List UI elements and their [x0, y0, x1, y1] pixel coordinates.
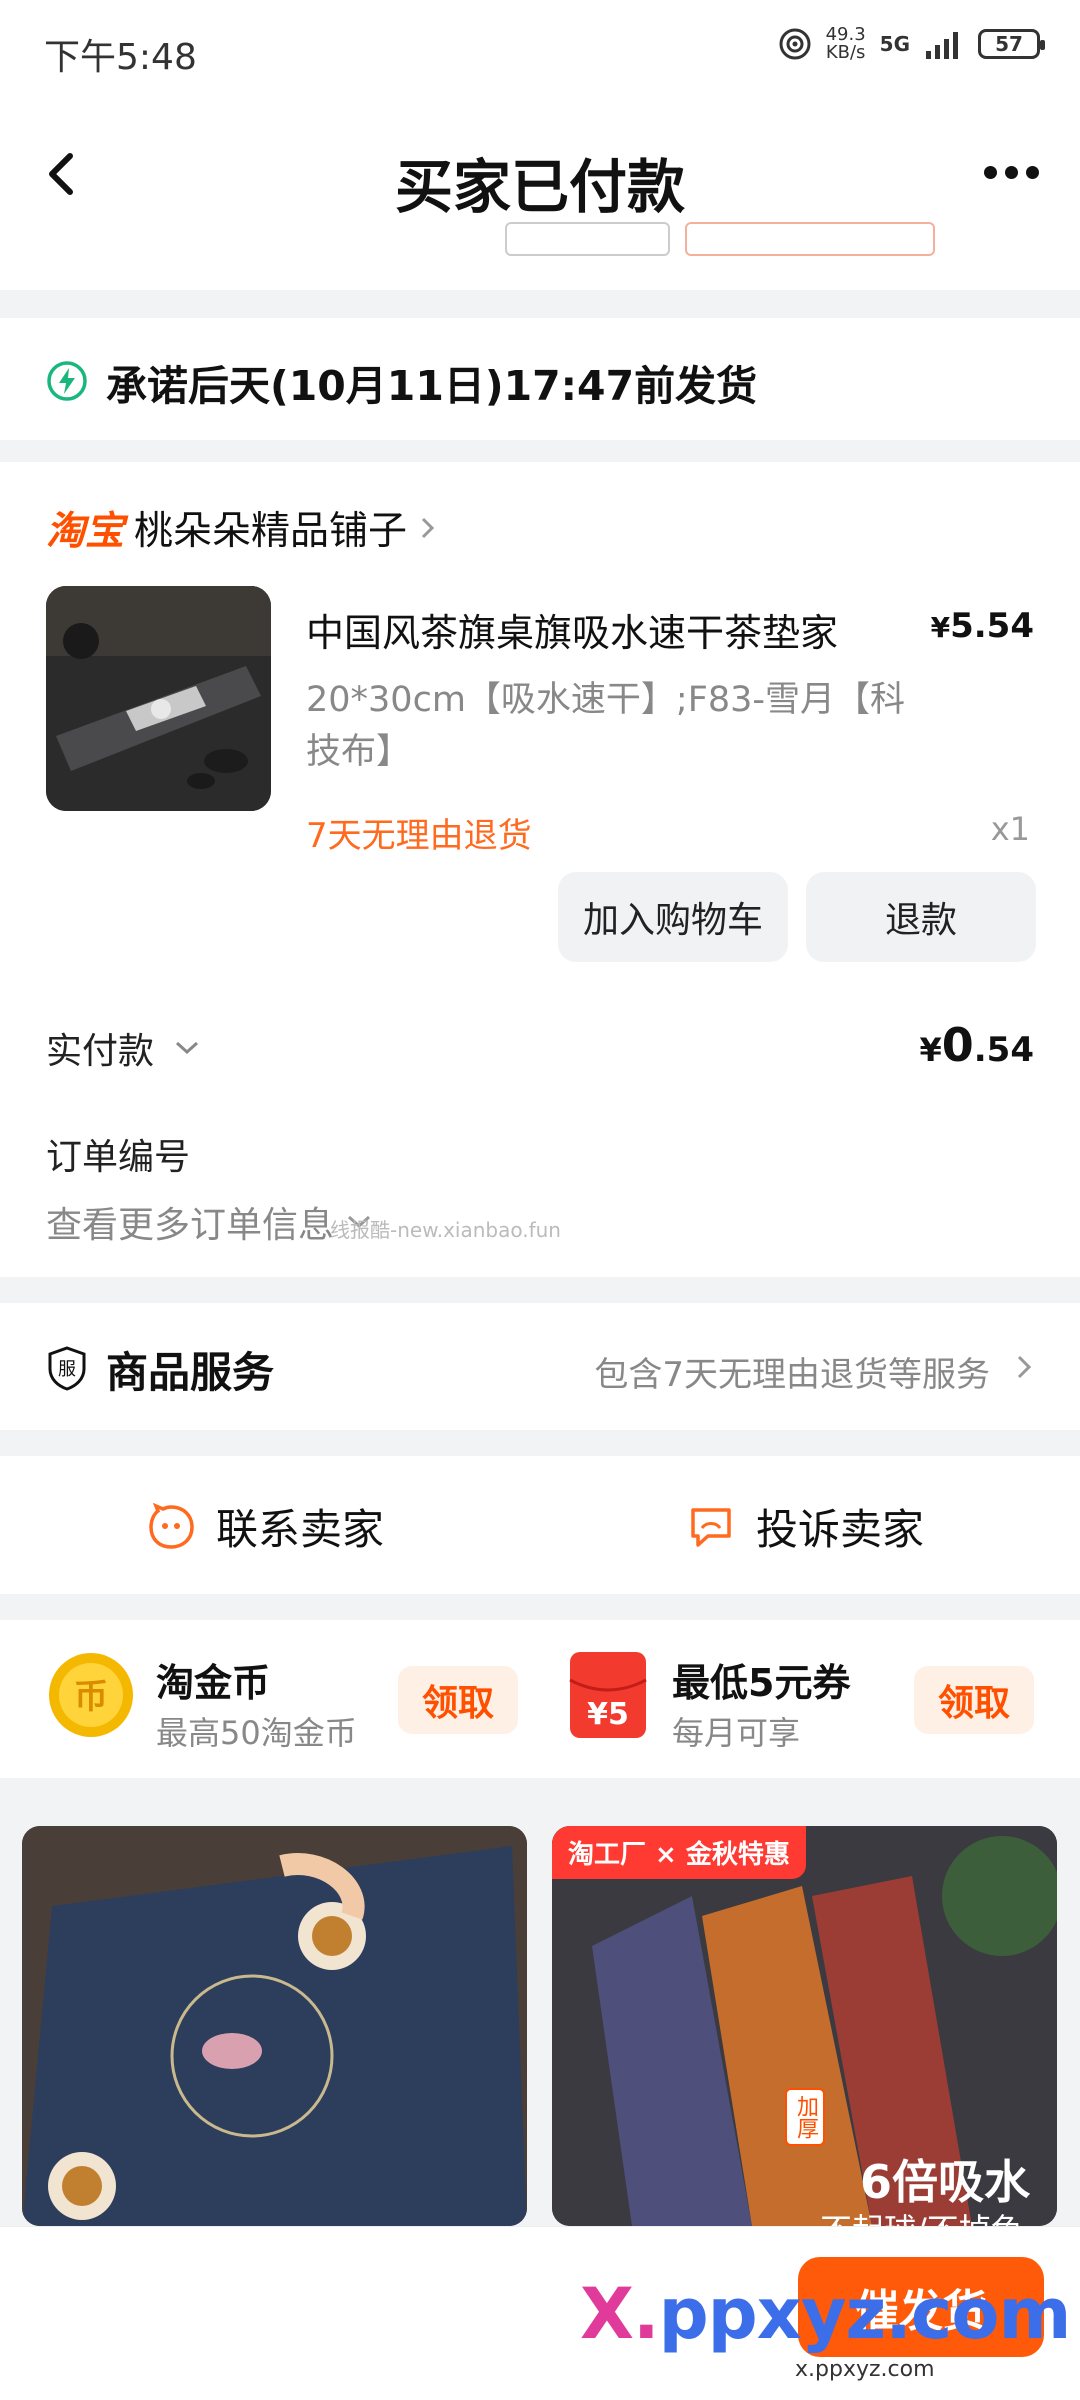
service-description: 包含7天无理由退货等服务 [594, 1355, 990, 1395]
product-spec: 20*30cm【吸水速干】;F83-雪月【科技布】 [306, 680, 905, 772]
status-time: 下午5:48 [44, 37, 197, 78]
paid-amount-label: 实付款 [46, 1031, 155, 1072]
product-image [22, 1826, 527, 2226]
more-order-info-label: 查看更多订单信息 [46, 1205, 335, 1246]
coupon-badge-text: ¥5 [587, 1697, 629, 1732]
coupon-title: 最低5元券 [672, 1661, 851, 1705]
shield-icon: 服 [48, 1346, 86, 1391]
ghost-tag [685, 222, 935, 256]
gold-coin-icon: 币 [49, 1653, 133, 1737]
shop-header[interactable]: 淘宝 桃朵朵精品铺子 [46, 500, 439, 556]
thick-badge: 加厚 [785, 2088, 825, 2146]
watermark-text: 线报酷-new.xianbao.fun [330, 1218, 561, 1242]
service-title: 商品服务 [106, 1348, 275, 1397]
battery-level: 57 [995, 32, 1023, 56]
taobao-logo: 淘宝 [46, 509, 125, 554]
return-policy-badge: 7天无理由退货 [306, 816, 532, 856]
watermark-url: x.ppxyz.com [795, 2357, 935, 2382]
shop-name: 桃朵朵精品铺子 [134, 509, 408, 554]
recommended-item[interactable] [22, 1826, 527, 2226]
product-actions: 加入购物车 退款 [558, 872, 1036, 962]
amount-decimal: .54 [973, 1030, 1034, 1070]
refund-button[interactable]: 退款 [806, 872, 1036, 962]
battery-icon: 57 [978, 29, 1045, 59]
svg-text:服: 服 [58, 1359, 76, 1380]
contact-card: 联系卖家 投诉卖家 [0, 1456, 1080, 1594]
chevron-down-icon [176, 1041, 199, 1055]
delivery-promise: 承诺后天(10月11日)17:47前发货 [106, 362, 758, 410]
chat-face-icon [149, 1502, 194, 1549]
chevron-right-icon [1017, 1355, 1032, 1379]
coupon-subtitle: 每月可享 [672, 1714, 801, 1752]
rewards-card: 币 淘金币 最高50淘金币 领取 ¥5 最低5元券 每月可享 领取 [0, 1620, 1080, 1778]
claim-coupon-button[interactable]: 领取 [914, 1666, 1034, 1734]
watermark-logo: X.ppxyz.com [580, 2273, 1072, 2355]
product-price: ¥5.54 [931, 606, 1034, 646]
price-value: 5.54 [950, 606, 1034, 646]
nav-bar: 买家已付款 [0, 100, 1080, 290]
watermark-logo-text: ppxyz.com [658, 2273, 1072, 2355]
currency-symbol: ¥ [930, 611, 951, 644]
scrolled-content-ghost [100, 220, 960, 280]
red-envelope-icon: ¥5 [568, 1650, 658, 1740]
claim-coin-button[interactable]: 领取 [398, 1666, 518, 1734]
paid-amount-toggle[interactable]: 实付款 [46, 1022, 202, 1074]
service-card[interactable]: 服 商品服务 包含7天无理由退货等服务 [0, 1303, 1080, 1430]
more-order-info-toggle[interactable]: 查看更多订单信息 [46, 1196, 374, 1248]
product-quantity: x1 [990, 810, 1030, 848]
order-card: 淘宝 桃朵朵精品铺子 中国风茶旗桌旗吸水速干茶垫家 ¥5.54 20*30cm【… [0, 462, 1080, 1277]
net-speed-unit: KB/s [825, 42, 866, 63]
contact-seller-label: 联系卖家 [216, 1505, 385, 1554]
status-indicators: 49.3 KB/s 5G 57 [778, 26, 1045, 62]
promo-tag: 淘工厂 × 金秋特惠 [552, 1826, 806, 1879]
complaint-bubble-icon [691, 1507, 731, 1547]
amount-integer: 0 [941, 1018, 974, 1072]
complain-seller-button[interactable]: 投诉卖家 [686, 1496, 924, 1557]
promo-caption: 6倍吸水 [860, 2155, 1031, 2209]
signal-icon [926, 32, 958, 59]
contact-seller-button[interactable]: 联系卖家 [146, 1496, 384, 1557]
wifi-icon [779, 28, 811, 60]
coin-subtitle: 最高50淘金币 [156, 1714, 357, 1752]
product-title[interactable]: 中国风茶旗桌旗吸水速干茶垫家 [306, 602, 886, 657]
ghost-tag [505, 222, 670, 256]
net-speed: 49.3 KB/s [826, 26, 866, 62]
lightning-icon [47, 361, 87, 401]
complain-seller-label: 投诉卖家 [756, 1505, 925, 1554]
coin-title: 淘金币 [156, 1661, 271, 1705]
currency-symbol: ¥ [919, 1031, 942, 1069]
svg-text:币: 币 [74, 1677, 108, 1717]
page-title: 买家已付款 [394, 153, 685, 221]
bottom-action-bar: 催发货 X.ppxyz.com x.ppxyz.com [0, 2226, 1080, 2400]
network-type: 5G [879, 32, 910, 56]
paid-amount: ¥0.54 [919, 1018, 1034, 1072]
more-icon[interactable] [976, 152, 1046, 192]
add-to-cart-button[interactable]: 加入购物车 [558, 872, 788, 962]
status-bar: 下午5:48 49.3 KB/s 5G 57 [0, 0, 1080, 100]
product-image[interactable] [46, 586, 271, 811]
delivery-card: 承诺后天(10月11日)17:47前发货 [0, 318, 1080, 440]
order-number-label: 订单编号 [46, 1137, 191, 1178]
chevron-right-icon [421, 517, 435, 539]
